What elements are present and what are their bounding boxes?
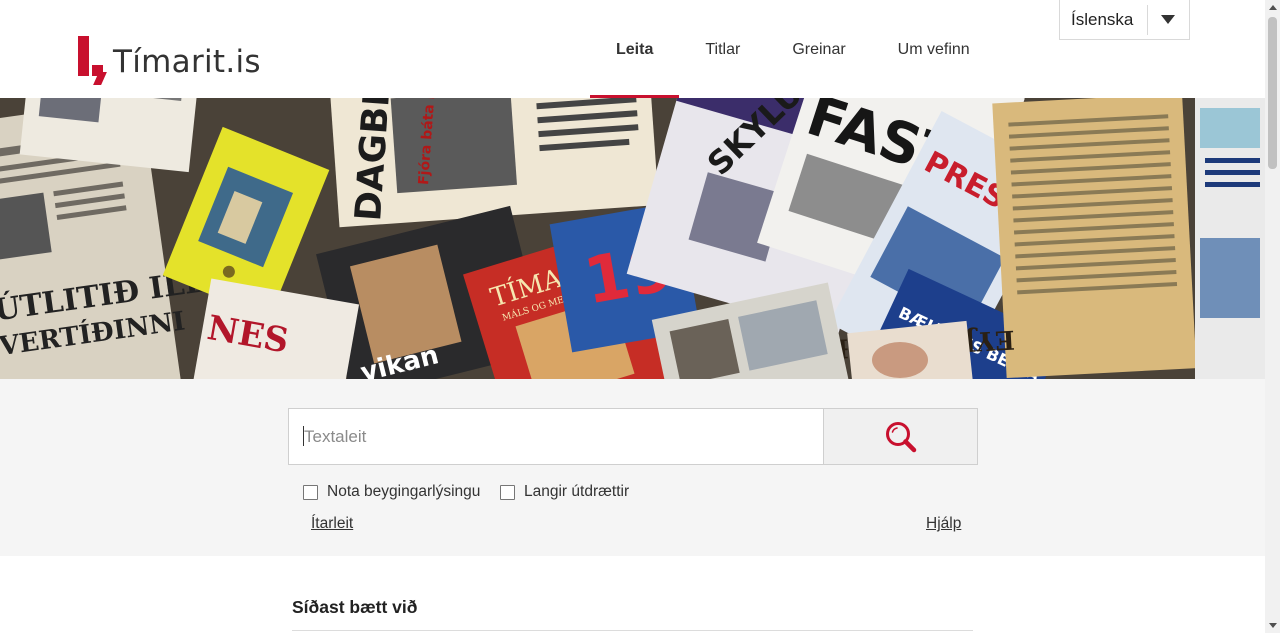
inflection-option[interactable]: Nota beygingarlýsingu (303, 483, 480, 501)
site-header: Tímarit.is Leita Titlar Greinar Um vefin… (0, 0, 1265, 99)
recently-added-heading: Síðast bætt við (292, 597, 418, 617)
long-excerpts-option-label: Langir útdrættir (524, 483, 630, 500)
inflection-option-label: Nota beygingarlýsingu (327, 483, 481, 500)
search-field-wrapper (288, 408, 824, 465)
text-cursor (303, 426, 304, 446)
nav-item-about[interactable]: Um vefinn (872, 0, 996, 98)
scroll-down-arrow-icon[interactable] (1265, 618, 1280, 633)
search-input[interactable] (289, 409, 824, 464)
newspaper-collage-image: ÚTLITIÐ ILLT VERTÍÐINNI DAGBLAÐIÐ Fjóra … (0, 98, 1265, 379)
main-nav: Leita Titlar Greinar Um vefinn (590, 0, 996, 99)
language-select[interactable]: Íslenska (1059, 0, 1190, 40)
logo-mark-icon (78, 36, 108, 85)
nav-item-articles[interactable]: Greinar (766, 0, 871, 98)
help-link[interactable]: Hjálp (926, 515, 961, 533)
inflection-checkbox[interactable] (303, 484, 318, 500)
page-scrollbar[interactable] (1265, 0, 1280, 633)
language-select-value: Íslenska (1071, 9, 1134, 29)
site-logo[interactable]: Tímarit.is (78, 36, 261, 85)
chevron-down-icon[interactable] (1148, 15, 1189, 24)
scrollbar-thumb[interactable] (1268, 17, 1277, 169)
hero-banner: ÚTLITIÐ ILLT VERTÍÐINNI DAGBLAÐIÐ Fjóra … (0, 98, 1265, 379)
nav-item-titles[interactable]: Titlar (679, 0, 766, 98)
long-excerpts-option[interactable]: Langir útdrættir (500, 483, 629, 501)
logo-text: Tímarit.is (113, 44, 261, 80)
search-button[interactable] (823, 408, 978, 465)
nav-item-search[interactable]: Leita (590, 0, 680, 99)
search-icon (885, 421, 916, 452)
long-excerpts-checkbox[interactable] (500, 484, 515, 500)
scroll-up-arrow-icon[interactable] (1265, 0, 1280, 15)
advanced-search-link[interactable]: Ítarleit (311, 515, 353, 533)
search-panel: Nota beygingarlýsingu Langir útdrættir Í… (0, 379, 1265, 556)
recently-added-divider (292, 630, 973, 631)
